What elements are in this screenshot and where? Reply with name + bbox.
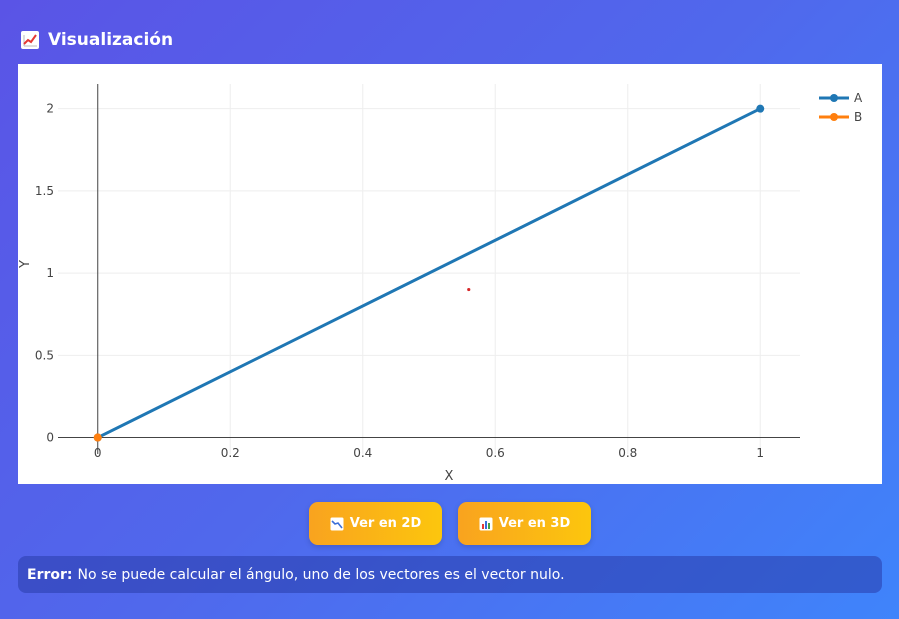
bar-chart-icon — [479, 517, 493, 531]
annotation-point — [467, 287, 471, 292]
x-tick-label: 1 — [756, 446, 764, 460]
y-axis-title: Y — [18, 260, 33, 269]
x-axis-title: X — [445, 469, 454, 484]
y-tick-label: 1 — [46, 266, 54, 280]
page-title: Visualización — [48, 30, 174, 50]
legend-label-B: B — [854, 110, 862, 124]
y-tick-label: 0 — [46, 431, 54, 445]
error-message: No se puede calcular el ángulo, uno de l… — [77, 566, 565, 583]
chart-container[interactable]: 0 0.2 0.4 0.6 0.8 1 0 0.5 1 1.5 2 X Y A B — [18, 64, 882, 484]
line-chart[interactable]: 0 0.2 0.4 0.6 0.8 1 0 0.5 1 1.5 2 X Y AB — [18, 64, 882, 484]
view-3d-label: Ver en 3D — [498, 516, 571, 531]
chart-increasing-icon — [20, 30, 40, 50]
view-2d-label: Ver en 2D — [349, 516, 422, 531]
x-tick-label: 0.8 — [618, 446, 637, 460]
data-point-B — [93, 433, 102, 442]
legend-label-A: A — [854, 91, 863, 105]
view-3d-button[interactable]: Ver en 3D — [458, 502, 591, 545]
y-tick-label: 0.5 — [35, 348, 54, 362]
y-tick-label: 2 — [46, 102, 54, 116]
error-message-box: Error: No se puede calcular el ángulo, u… — [18, 556, 882, 593]
chart-decreasing-icon — [330, 517, 344, 531]
legend-marker-B — [830, 113, 838, 121]
error-label: Error: — [27, 566, 73, 583]
view-2d-button[interactable]: Ver en 2D — [309, 502, 442, 545]
x-tick-label: 0.2 — [221, 446, 240, 460]
x-tick-label: 0 — [94, 446, 102, 460]
x-tick-label: 0.4 — [353, 446, 372, 460]
x-tick-label: 0.6 — [486, 446, 505, 460]
panel-header: Visualización — [20, 30, 173, 50]
data-point-A — [756, 104, 765, 113]
legend-marker-A — [830, 94, 838, 102]
visualization-panel: Visualización 0 0.2 0.4 0.6 0.8 1 0 0.5 1 1.5 2 X Y A… — [0, 0, 899, 619]
y-tick-label: 1.5 — [35, 184, 54, 198]
